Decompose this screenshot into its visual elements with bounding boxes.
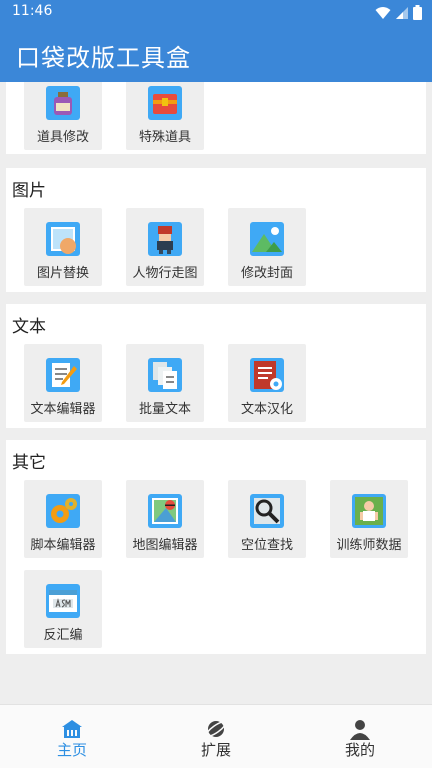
tile-label: 训练师数据 <box>336 538 402 553</box>
tile-edit-cover[interactable]: 修改封面 <box>228 208 306 286</box>
status-icons <box>375 5 422 20</box>
nav-profile[interactable]: 我的 <box>310 705 410 768</box>
tile-label: 文本汉化 <box>240 402 293 417</box>
section-text: 文本 文本编辑器 批量文本 文本汉化 <box>6 304 426 428</box>
section-others: 其它 脚本编辑器 地图编辑器 空位查找 训练师数据 反汇编 <box>6 440 426 654</box>
tile-trainer-data[interactable]: 训练师数据 <box>330 480 408 558</box>
nav-home[interactable]: 主页 <box>22 705 122 768</box>
tile-special-item[interactable]: 特殊道具 <box>126 82 204 150</box>
potion-icon <box>46 86 80 120</box>
chest-icon <box>148 86 182 120</box>
documents-icon <box>148 358 182 392</box>
edit-document-icon <box>46 358 80 392</box>
tile-label: 特殊道具 <box>138 130 191 145</box>
tile-text-localize[interactable]: 文本汉化 <box>228 344 306 422</box>
tile-label: 道具修改 <box>36 130 89 145</box>
nav-label: 扩展 <box>200 741 231 759</box>
battery-icon <box>413 5 422 20</box>
section-title: 其它 <box>12 453 46 473</box>
asm-icon <box>46 584 80 618</box>
bottom-nav: 主页 扩展 我的 <box>0 704 432 768</box>
tile-label: 修改封面 <box>240 266 293 281</box>
tile-script-editor[interactable]: 脚本编辑器 <box>24 480 102 558</box>
tile-walk-sprite[interactable]: 人物行走图 <box>126 208 204 286</box>
app-title: 口袋改版工具盒 <box>16 44 191 72</box>
tile-free-space-search[interactable]: 空位查找 <box>228 480 306 558</box>
trainer-sprite-icon <box>148 222 182 256</box>
app-bar: 口袋改版工具盒 <box>0 26 432 82</box>
picture-hand-icon <box>46 222 80 256</box>
tool-list[interactable]: 道具修改 特殊道具 图片 图片替换 人物行走图 修改封面 文本 文本编辑器 批量… <box>0 82 432 704</box>
tile-label: 批量文本 <box>138 402 191 417</box>
tile-text-editor[interactable]: 文本编辑器 <box>24 344 102 422</box>
nav-label: 主页 <box>56 741 87 759</box>
nav-label: 我的 <box>344 741 375 759</box>
status-time: 11:46 <box>12 3 53 19</box>
section-items: 道具修改 特殊道具 <box>6 82 426 154</box>
tile-label: 文本编辑器 <box>30 402 96 417</box>
tile-label: 人物行走图 <box>132 266 198 281</box>
nav-extensions[interactable]: 扩展 <box>166 705 266 768</box>
home-icon <box>62 720 82 738</box>
tile-label: 反汇编 <box>43 628 83 643</box>
section-title: 文本 <box>12 317 46 337</box>
person-icon <box>350 720 370 740</box>
section-images: 图片 图片替换 人物行走图 修改封面 <box>6 168 426 292</box>
magnifier-icon <box>250 494 284 528</box>
tile-image-replace[interactable]: 图片替换 <box>24 208 102 286</box>
tile-batch-text[interactable]: 批量文本 <box>126 344 204 422</box>
tile-label: 图片替换 <box>36 266 89 281</box>
tile-label: 空位查找 <box>240 538 293 553</box>
section-title: 图片 <box>12 181 46 201</box>
planet-icon <box>205 721 227 737</box>
trainer-icon <box>352 494 386 528</box>
status-bar: 11:46 <box>0 0 432 26</box>
tile-label: 地图编辑器 <box>132 538 198 553</box>
map-pokeball-icon <box>148 494 182 528</box>
gears-icon <box>46 494 80 528</box>
tile-item-edit[interactable]: 道具修改 <box>24 82 102 150</box>
tile-map-editor[interactable]: 地图编辑器 <box>126 480 204 558</box>
tile-disassembler[interactable]: 反汇编 <box>24 570 102 648</box>
wifi-icon <box>375 6 391 19</box>
landscape-icon <box>250 222 284 256</box>
tile-label: 脚本编辑器 <box>30 538 96 553</box>
list-settings-icon <box>250 358 284 392</box>
signal-icon <box>396 6 408 19</box>
